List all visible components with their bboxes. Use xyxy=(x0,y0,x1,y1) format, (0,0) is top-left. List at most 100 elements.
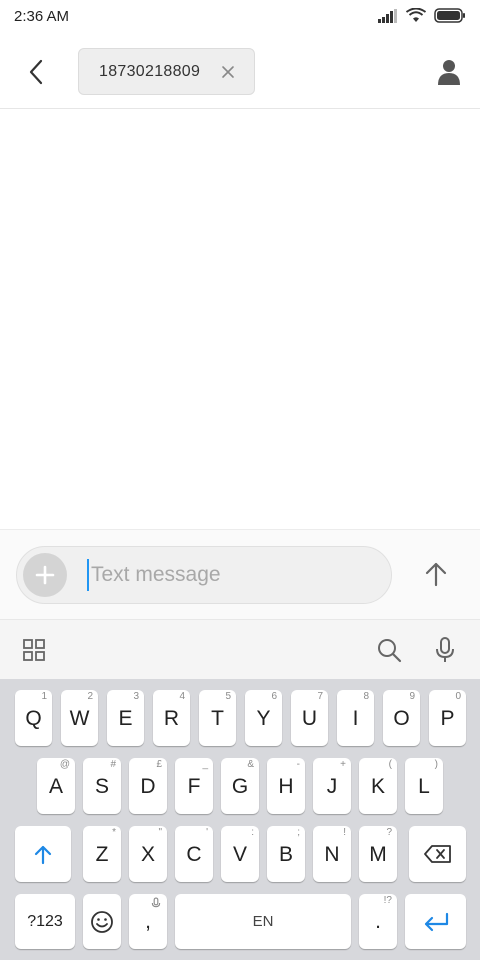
key-hint: 7 xyxy=(317,691,323,702)
keyboard: 1Q2W3E4R5T6Y7U8I9O0P @ A # S £ D _ F & G - H + J(K) L … xyxy=(0,679,480,960)
send-button[interactable] xyxy=(418,556,454,592)
key-label: F xyxy=(187,774,201,798)
shift-key[interactable] xyxy=(15,826,71,882)
emoji-icon xyxy=(91,910,113,933)
key-hint: - xyxy=(296,759,300,770)
keyboard-toolbar xyxy=(0,619,480,679)
key-hint: ' xyxy=(206,827,208,838)
key-label: K xyxy=(370,774,385,798)
key-hint: ) xyxy=(434,759,438,770)
message-input[interactable] xyxy=(87,559,377,591)
compose-bar xyxy=(0,529,480,619)
back-arrow-icon xyxy=(29,59,43,85)
contact-button[interactable] xyxy=(432,54,466,90)
conversation-header: 18730218809 xyxy=(0,34,480,109)
key-x[interactable]: " X xyxy=(129,826,167,882)
key-hint: 8 xyxy=(363,691,369,702)
key-label: M xyxy=(369,842,387,866)
key-b[interactable]: ; B xyxy=(267,826,305,882)
status-time: 2:36 AM xyxy=(14,8,70,25)
key-m[interactable]: ? M xyxy=(359,826,397,882)
key-hint: # xyxy=(110,759,116,770)
key-label: T xyxy=(211,706,224,730)
key-d[interactable]: £ D xyxy=(129,758,167,814)
signal-icon xyxy=(378,8,397,23)
key-j[interactable]: + J xyxy=(313,758,351,814)
microphone-icon xyxy=(151,897,161,908)
key-o[interactable]: 9O xyxy=(383,690,420,746)
grid-icon xyxy=(23,639,45,661)
key-t[interactable]: 5T xyxy=(199,690,236,746)
period-label: . xyxy=(375,910,381,933)
backspace-key[interactable] xyxy=(409,826,466,882)
key-label: Z xyxy=(95,842,109,866)
key-c[interactable]: ' C xyxy=(175,826,213,882)
key-label: E xyxy=(118,706,133,730)
status-bar: 2:36 AM xyxy=(0,0,480,34)
attach-button[interactable] xyxy=(23,553,67,597)
key-a[interactable]: @ A xyxy=(37,758,75,814)
voice-input-button[interactable] xyxy=(431,636,459,664)
enter-key[interactable] xyxy=(405,894,466,949)
key-hint: ( xyxy=(388,759,392,770)
space-label: EN xyxy=(252,913,274,930)
key-n[interactable]: ! N xyxy=(313,826,351,882)
key-label: Q xyxy=(25,706,42,730)
key-hint: ! xyxy=(343,827,346,838)
key-label: H xyxy=(278,774,294,798)
key-label: A xyxy=(48,774,63,798)
key-z[interactable]: * Z xyxy=(83,826,121,882)
search-icon xyxy=(378,639,402,663)
key-g[interactable]: & G xyxy=(221,758,259,814)
key-v[interactable]: :V xyxy=(221,826,259,882)
key-hint: 4 xyxy=(179,691,185,702)
key-label: P xyxy=(440,706,455,730)
key-hint: 6 xyxy=(271,691,277,702)
back-button[interactable] xyxy=(18,54,54,90)
key-h[interactable]: -H xyxy=(267,758,305,814)
key-hint: 0 xyxy=(455,691,461,702)
key-hint: 3 xyxy=(133,691,139,702)
key-k[interactable]: (K xyxy=(359,758,397,814)
key-hint: @ xyxy=(59,759,70,770)
emoji-key[interactable] xyxy=(83,894,121,949)
key-label: R xyxy=(163,706,180,730)
key-hint: 9 xyxy=(409,691,415,702)
period-key[interactable]: !? . xyxy=(359,894,397,949)
up-arrow-icon xyxy=(425,562,447,587)
key-p[interactable]: 0P xyxy=(429,690,466,746)
recipient-chip[interactable]: 18730218809 xyxy=(78,48,255,95)
key-hint: ? xyxy=(386,827,392,838)
key-l[interactable]: ) L xyxy=(405,758,443,814)
symbols-key[interactable]: ?123 xyxy=(15,894,75,949)
grid-button[interactable] xyxy=(20,636,48,664)
battery-icon xyxy=(434,8,465,23)
key-s[interactable]: # S xyxy=(83,758,121,814)
key-label: S xyxy=(94,774,109,798)
compose-field xyxy=(16,546,392,604)
key-label: X xyxy=(140,842,155,866)
key-r[interactable]: 4R xyxy=(153,690,190,746)
keyboard-search-button[interactable] xyxy=(375,636,403,664)
key-hint: ; xyxy=(297,827,300,838)
space-key[interactable]: EN xyxy=(175,894,351,949)
key-label: B xyxy=(278,842,293,866)
key-hint: 1 xyxy=(41,691,47,702)
key-f[interactable]: _ F xyxy=(175,758,213,814)
key-q[interactable]: 1Q xyxy=(15,690,52,746)
key-u[interactable]: 7U xyxy=(291,690,328,746)
key-label: N xyxy=(324,842,340,866)
key-hint: * xyxy=(112,827,116,838)
microphone-icon xyxy=(436,637,454,662)
key-hint: 5 xyxy=(225,691,231,702)
key-w[interactable]: 2W xyxy=(61,690,98,746)
comma-key[interactable]: , xyxy=(129,894,167,949)
key-label: D xyxy=(140,774,156,798)
symbols-label: ?123 xyxy=(27,912,63,930)
key-e[interactable]: 3E xyxy=(107,690,144,746)
key-y[interactable]: 6Y xyxy=(245,690,282,746)
close-icon[interactable] xyxy=(220,64,236,80)
key-i[interactable]: 8I xyxy=(337,690,374,746)
person-icon xyxy=(438,60,460,85)
key-hint: : xyxy=(251,827,254,838)
